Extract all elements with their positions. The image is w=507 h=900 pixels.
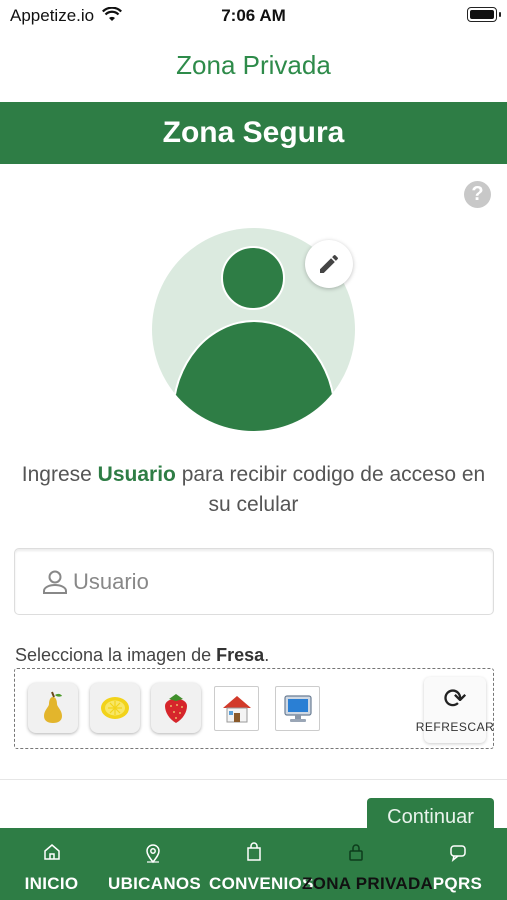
captcha-option-pear[interactable]	[28, 683, 78, 733]
tab-inicio[interactable]: INICIO	[10, 828, 93, 900]
lock-icon	[302, 842, 410, 862]
instruction-prefix: Ingrese	[21, 463, 98, 486]
captcha-instruction: Selecciona la imagen de Fresa.	[15, 645, 269, 666]
tab-ubicanos[interactable]: UBICANOS	[108, 828, 202, 900]
strawberry-icon	[165, 694, 187, 723]
tab-label: ZONA PRIVADA	[302, 874, 434, 893]
app-title: Zona Privada	[176, 50, 331, 80]
avatar-body	[172, 320, 336, 431]
battery-icon	[467, 7, 501, 22]
captcha-option-house[interactable]	[214, 686, 259, 731]
captcha-option-strawberry[interactable]	[151, 683, 201, 733]
usuario-field[interactable]	[14, 548, 494, 615]
tab-pqrs[interactable]: PQRS	[420, 828, 495, 900]
refresh-icon: ⟳	[443, 683, 467, 714]
lemon-icon	[101, 697, 129, 719]
tab-label: UBICANOS	[108, 874, 202, 893]
tab-label: INICIO	[24, 874, 79, 893]
user-icon	[43, 570, 67, 594]
chat-icon	[420, 842, 495, 862]
home-icon	[10, 842, 93, 862]
tab-label: CONVENIOS	[209, 874, 314, 893]
location-pin-icon	[108, 842, 198, 864]
captcha-label-suffix: .	[264, 645, 270, 665]
pencil-icon	[320, 254, 339, 273]
tab-zona-privada[interactable]: ZONA PRIVADA	[302, 828, 434, 900]
edit-avatar-button[interactable]	[305, 240, 353, 288]
help-icon[interactable]: ?	[464, 181, 491, 208]
refresh-captcha-button[interactable]: ⟳ REFRESCAR	[416, 677, 494, 743]
instruction-suffix: para recibir codigo de acceso en su celu…	[175, 463, 486, 516]
house-icon	[222, 696, 251, 723]
clock: 7:06 AM	[221, 6, 286, 25]
instruction-highlight: Usuario	[97, 463, 176, 486]
section-banner: Zona Segura	[0, 102, 507, 164]
tab-label: PQRS	[432, 874, 483, 893]
computer-icon	[283, 695, 312, 722]
bottom-tab-bar: INICIO UBICANOS CONVENIOS ZONA PRIVADA P…	[0, 828, 507, 900]
captcha-target: Fresa	[216, 645, 265, 665]
tab-convenios[interactable]: CONVENIOS	[209, 828, 314, 900]
pear-icon	[44, 691, 62, 723]
captcha-label-prefix: Selecciona la imagen de	[15, 645, 217, 665]
divider	[0, 779, 507, 780]
captcha-option-computer[interactable]	[275, 686, 320, 731]
avatar-head	[221, 246, 285, 310]
usuario-input[interactable]	[73, 567, 473, 597]
status-bar: Appetize.io 7:06 AM	[0, 0, 507, 30]
captcha-option-lemon[interactable]	[90, 683, 140, 733]
refresh-label: REFRESCAR	[415, 720, 495, 734]
captcha-image-panel: ⟳ REFRESCAR	[14, 668, 494, 749]
shopping-bag-icon	[209, 842, 299, 862]
instruction-text: Ingrese Usuario para recibir codigo de a…	[20, 460, 487, 520]
